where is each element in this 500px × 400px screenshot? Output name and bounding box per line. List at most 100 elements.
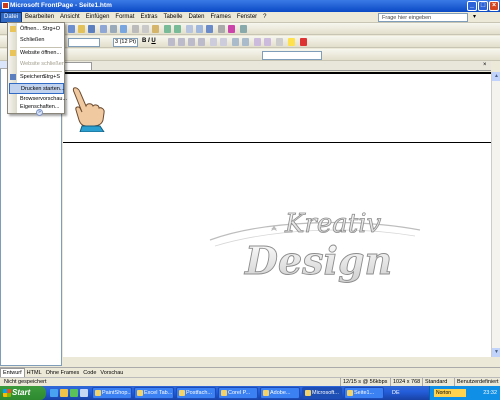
file-menu-item-close-web: Website schließen: [9, 59, 65, 70]
title-bar: Microsoft FrontPage - Seite1.htm _ □ ×: [0, 0, 500, 12]
paste-icon[interactable]: [152, 25, 159, 33]
file-menu-item-open-web[interactable]: Website öffnen...: [9, 48, 64, 59]
taskbar-button[interactable]: Adobe...: [260, 387, 300, 399]
vertical-scrollbar[interactable]: ▲ ▼: [491, 72, 500, 357]
clock: 23:32: [483, 390, 497, 396]
page-tab[interactable]: [64, 62, 92, 70]
horizontal-rule: [63, 142, 491, 143]
bullet-list-icon[interactable]: [242, 38, 249, 46]
cut-icon[interactable]: [132, 25, 139, 33]
taskbar-button[interactable]: Seite1...: [344, 387, 384, 399]
scroll-up-icon[interactable]: ▲: [492, 72, 500, 81]
taskbar-button[interactable]: PaintShop...: [92, 387, 132, 399]
help-dropdown-icon[interactable]: ▾: [473, 13, 476, 20]
kreativ-design-logo: Kreativ Design: [209, 209, 421, 283]
menu-extras[interactable]: Extras: [137, 12, 160, 23]
redo-icon[interactable]: [174, 25, 181, 33]
underline-icon[interactable]: U: [151, 38, 155, 44]
system-tray: Norton 23:32: [429, 386, 500, 400]
item-shortcut: Strg+S: [43, 74, 60, 80]
scroll-down-icon[interactable]: ▼: [492, 348, 500, 357]
hyperlink-icon[interactable]: [206, 25, 213, 33]
file-menu-item-print[interactable]: Drucken starten...: [9, 83, 64, 94]
view-tabs: Entwurf HTML Ohne Frames Code Vorschau: [0, 367, 500, 379]
minimize-button[interactable]: _: [467, 1, 477, 11]
file-menu-item-open[interactable]: Öffnen... Strg+O: [9, 24, 64, 35]
language-indicator[interactable]: DE: [392, 386, 400, 400]
norton-icon[interactable]: Norton: [434, 389, 466, 397]
item-label: Speichern: [20, 74, 45, 80]
decrease-indent-icon[interactable]: [254, 38, 261, 46]
print-icon[interactable]: [110, 25, 117, 33]
windows-logo-icon: [3, 389, 11, 397]
logo-line1: Kreativ: [284, 209, 382, 239]
help-icon[interactable]: [240, 25, 247, 33]
align-left-icon[interactable]: [168, 38, 175, 46]
toolbar-input[interactable]: [262, 51, 322, 60]
undo-icon[interactable]: [164, 25, 171, 33]
save-disk-icon: [10, 74, 16, 80]
font-color-icon[interactable]: [300, 38, 307, 46]
new-page-icon[interactable]: [68, 25, 75, 33]
status-bar: Nicht gespeichert 12/15 s @ 56kbps 1024 …: [0, 377, 500, 387]
preview-icon[interactable]: [120, 25, 127, 33]
media-icon[interactable]: [70, 389, 78, 397]
taskbar-button[interactable]: Postfach...: [176, 387, 216, 399]
desktop-icon[interactable]: [80, 389, 88, 397]
help-search-input[interactable]: Frage hier eingeben: [378, 13, 468, 22]
insert-table-icon[interactable]: [186, 25, 193, 33]
save-icon[interactable]: [88, 25, 95, 33]
logo-line2: Design: [244, 238, 392, 283]
window-title: Microsoft FrontPage - Seite1.htm: [10, 2, 112, 9]
publish-icon[interactable]: [100, 25, 107, 33]
copy-icon[interactable]: [142, 25, 149, 33]
insert-picture-icon[interactable]: [196, 25, 203, 33]
shrink-font-icon[interactable]: [220, 38, 227, 46]
expand-menu-icon[interactable]: »: [36, 109, 43, 116]
highlight-icon[interactable]: [288, 38, 295, 46]
text-style-buttons: B I U: [142, 38, 156, 44]
web-folder-icon: [10, 50, 16, 56]
align-center-icon[interactable]: [178, 38, 185, 46]
justify-icon[interactable]: [198, 38, 205, 46]
close-button[interactable]: ×: [489, 1, 499, 11]
frontpage-icon[interactable]: [2, 2, 9, 9]
menu-einfuegen[interactable]: Einfügen: [83, 12, 113, 23]
increase-indent-icon[interactable]: [264, 38, 271, 46]
maximize-button[interactable]: □: [478, 1, 488, 11]
align-right-icon[interactable]: [188, 38, 195, 46]
style-dropdown[interactable]: [68, 38, 100, 47]
close-page-icon[interactable]: ×: [483, 62, 487, 68]
item-label: Website öffnen...: [20, 50, 62, 56]
menu-daten[interactable]: Daten: [185, 12, 207, 23]
font-size-dropdown[interactable]: 3 (12 Pt): [113, 38, 138, 47]
file-menu-item-save[interactable]: Speichern Strg+S: [9, 72, 64, 83]
menu-tabelle[interactable]: Tabelle: [160, 12, 185, 23]
border-icon[interactable]: [276, 38, 283, 46]
taskbar-button-active[interactable]: Microsoft...: [302, 387, 342, 399]
taskbar-button[interactable]: Excel Tab...: [134, 387, 174, 399]
menu-frames[interactable]: Frames: [207, 12, 233, 23]
item-label: Browservorschau...: [20, 96, 68, 102]
paragraph-icon[interactable]: [228, 25, 235, 33]
file-menu-item-close[interactable]: Schließen: [9, 35, 64, 46]
grow-font-icon[interactable]: [210, 38, 217, 46]
open-icon[interactable]: [78, 25, 85, 33]
refresh-icon[interactable]: [218, 25, 225, 33]
item-label: Drucken starten...: [21, 86, 65, 92]
start-button[interactable]: Start: [0, 386, 46, 400]
menu-fenster[interactable]: Fenster: [234, 12, 260, 23]
item-label: Schließen: [20, 37, 45, 43]
numbered-list-icon[interactable]: [232, 38, 239, 46]
mail-icon[interactable]: [60, 389, 68, 397]
taskbar-button[interactable]: Corel P...: [218, 387, 258, 399]
browser-icon[interactable]: [50, 389, 58, 397]
menu-help[interactable]: ?: [260, 12, 269, 23]
standard-toolbar: [0, 23, 500, 35]
item-label: Website schließen: [20, 61, 65, 67]
menu-format[interactable]: Format: [112, 12, 137, 23]
italic-icon[interactable]: I: [148, 38, 150, 44]
open-folder-icon: [10, 26, 16, 32]
bold-icon[interactable]: B: [142, 38, 146, 44]
pointing-hand-cursor-icon: [72, 87, 105, 132]
